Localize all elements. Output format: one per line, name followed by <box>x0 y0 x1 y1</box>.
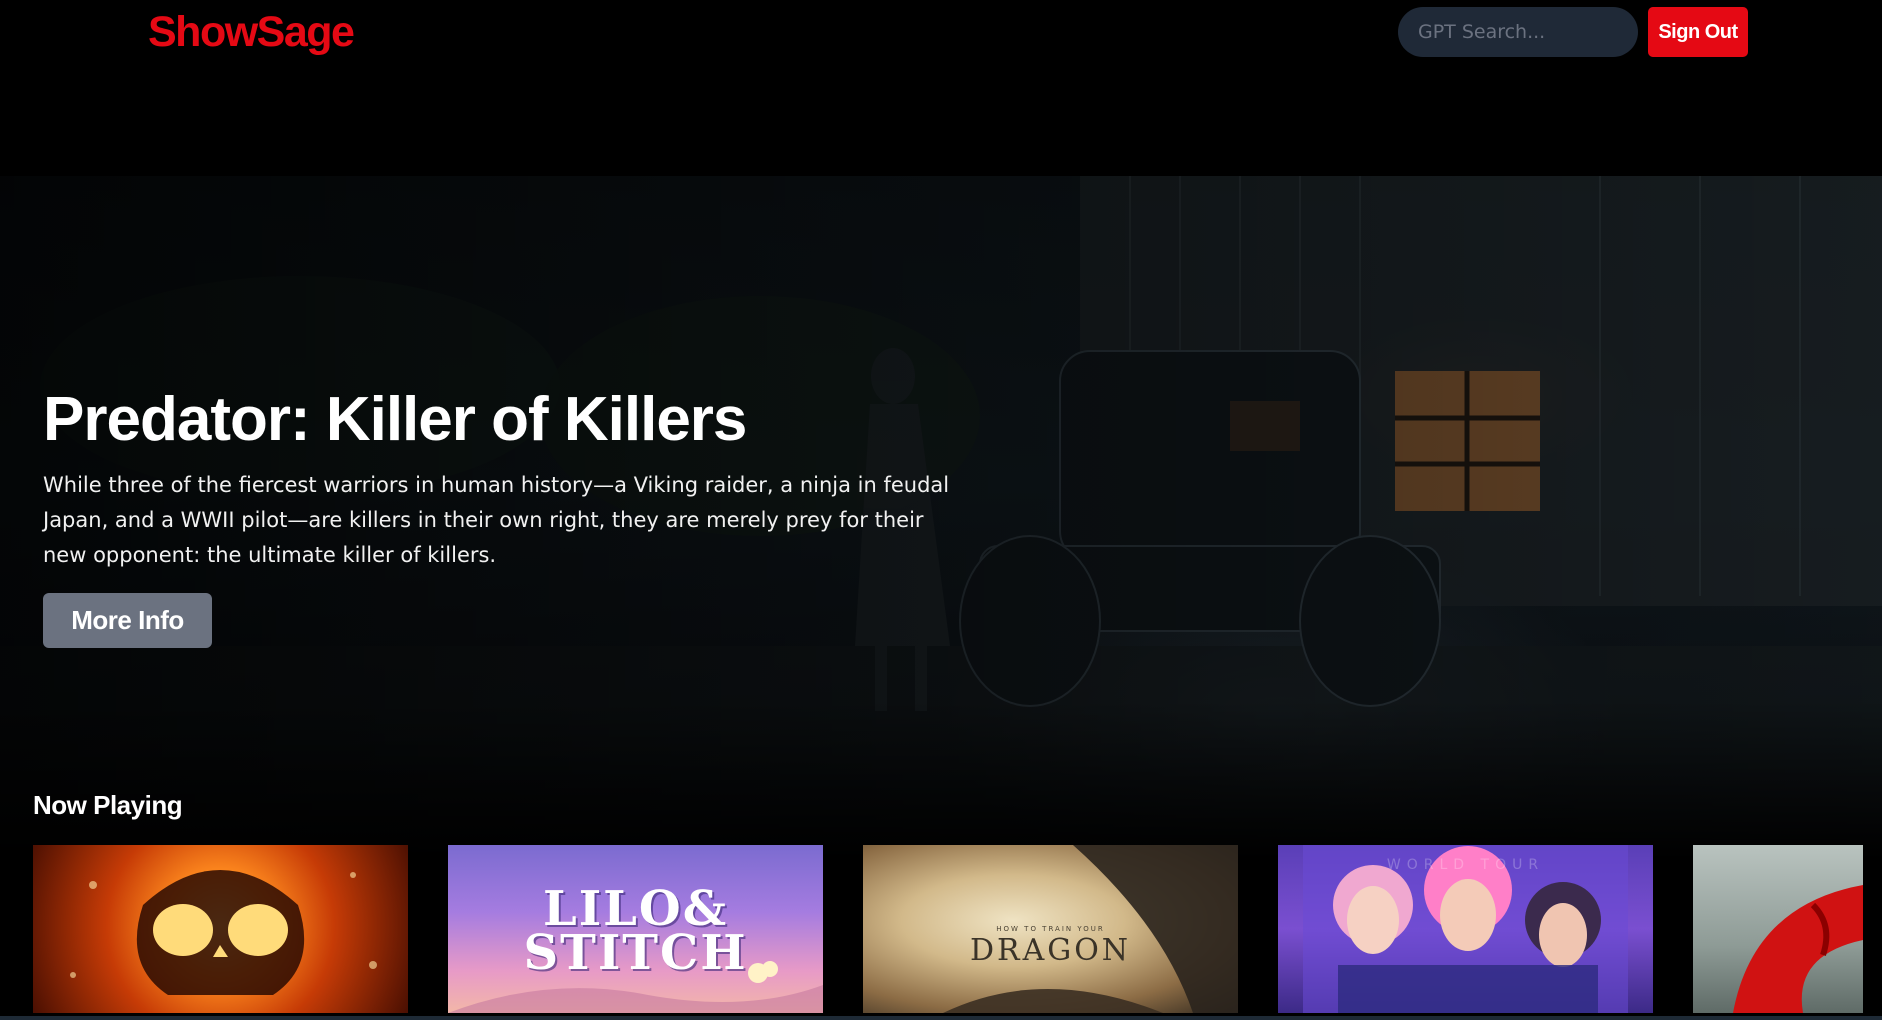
hero-description: While three of the fiercest warriors in … <box>43 473 950 567</box>
poster-title: LILO& STITCH <box>523 881 748 981</box>
window-bottom-border <box>0 1016 1882 1020</box>
movie-poster[interactable]: HOW TO TRAIN YOUR DRAGON <box>863 845 1238 1013</box>
movie-poster[interactable]: LILO& STITCH <box>448 845 823 1013</box>
app-root: ShowSage Sign Out <box>0 0 1882 1020</box>
more-info-button[interactable]: More Info <box>43 593 212 648</box>
movie-poster[interactable] <box>1693 845 1863 1013</box>
movie-poster[interactable] <box>33 845 408 1013</box>
hero-fade <box>0 700 1882 860</box>
movie-poster[interactable]: WORLD TOUR <box>1278 845 1653 1013</box>
flaming-skull-icon <box>70 870 377 995</box>
sign-out-button[interactable]: Sign Out <box>1648 7 1748 57</box>
red-swirl-icon <box>1733 885 1863 1013</box>
header: ShowSage Sign Out <box>0 0 1882 70</box>
now-playing-row[interactable]: LILO& STITCH HOW TO TRAIN YOUR DRAGON WO… <box>0 845 1882 1013</box>
hero-banner: Predator: Killer of Killers While three … <box>0 176 1882 860</box>
now-playing-title: Now Playing <box>33 790 183 820</box>
logo[interactable]: ShowSage <box>148 8 355 57</box>
hero-title: Predator: Killer of Killers <box>43 385 747 454</box>
poster-title: DRAGON <box>969 933 1132 968</box>
poster-caption: WORLD TOUR <box>1386 857 1545 873</box>
poster-subtitle: HOW TO TRAIN YOUR <box>996 925 1105 933</box>
gpt-search-input[interactable] <box>1398 7 1638 57</box>
